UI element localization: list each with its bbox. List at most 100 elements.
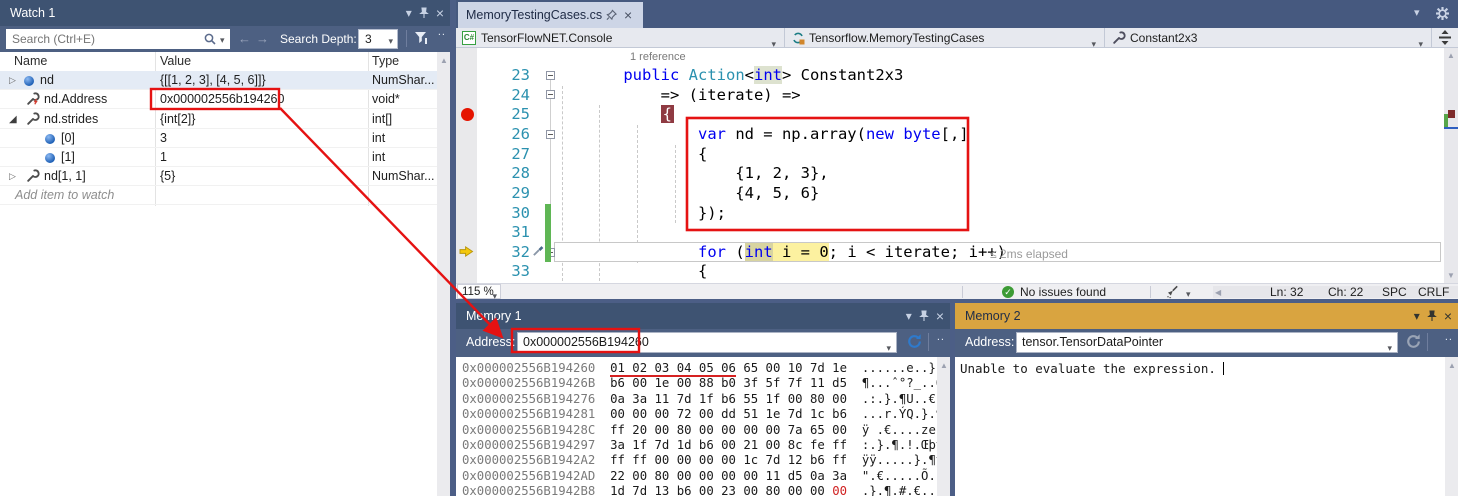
search-icon[interactable] [203,32,217,46]
outline-collapse-box[interactable] [546,90,555,99]
watch-value[interactable]: {[[1, 2, 3], [4, 5, 6]]} [160,71,266,90]
pin-icon[interactable] [919,310,929,322]
watch-panel: Watch 1 ▾ × ▾ ← → Search Depth: 3 ▾ .. N… [0,0,450,496]
watch-name: nd.Address [44,90,107,109]
add-item-label[interactable]: Add item to watch [15,186,114,205]
filter-icon[interactable] [413,30,429,46]
gear-icon[interactable] [1436,7,1449,20]
scroll-up-icon[interactable]: ▲ [1447,51,1455,60]
expander-collapsed-icon[interactable]: ▷ [9,167,16,186]
outline-collapse-box[interactable] [546,71,555,80]
outline-collapse-box[interactable] [546,130,555,139]
column-header-value[interactable]: Value [160,52,191,71]
field-icon [45,153,55,163]
code-cleanup-options-icon[interactable]: ▾ [1186,289,1191,299]
pin-icon[interactable] [1427,310,1437,322]
memory2-scrollbar[interactable]: ▲ [1445,357,1458,496]
watch-scrollbar[interactable]: ▲ [437,52,450,496]
project-name: TensorFlowNET.Console [481,28,612,48]
watch-value[interactable]: 0x000002556b194260 [160,90,284,109]
watch-row-nd[interactable]: ▷ nd {[[1, 2, 3], [4, 5, 6]]} NumShar... [0,71,437,90]
document-list-icon[interactable]: ▾ [1414,6,1420,19]
watch-value[interactable]: {5} [160,167,175,186]
issues-status[interactable]: No issues found [1020,285,1106,299]
search-forward-icon[interactable]: → [256,31,269,46]
close-icon[interactable]: × [1444,303,1452,329]
toolbar-overflow[interactable]: .. [438,26,446,38]
refresh-icon[interactable] [906,333,923,350]
pin-icon[interactable] [419,7,429,19]
editor-vertical-scrollbar[interactable]: ▲ ▼ [1444,48,1458,283]
watch-name: nd [40,71,54,90]
column-header-type[interactable]: Type [372,52,399,71]
scrollbar-breakpoint-mark [1448,110,1455,118]
field-icon [24,76,34,86]
memory2-address-input[interactable]: tensor.TensorDataPointer ▾ [1016,332,1398,353]
memory-row: 0x000002556B19428C ff 20 00 80 00 00 00 … [456,423,950,438]
close-icon[interactable]: × [436,0,444,26]
address-dropdown-icon[interactable]: ▾ [1387,339,1392,353]
watch-row-add-item[interactable]: Add item to watch [0,186,437,205]
tab-pin-icon[interactable] [606,9,617,21]
window-menu-icon[interactable]: ▾ [906,303,912,329]
watch-value[interactable]: 1 [160,148,167,167]
watch-value[interactable]: {int[2]} [160,110,195,129]
expander-collapsed-icon[interactable]: ▷ [9,71,16,90]
scroll-up-icon[interactable]: ▲ [1448,361,1456,370]
scroll-left-icon[interactable]: ◀ [1215,288,1221,297]
tab-close-icon[interactable]: × [624,2,632,28]
scroll-up-icon[interactable]: ▲ [440,56,448,65]
project-dropdown[interactable]: C# TensorFlowNET.Console ▾ [456,28,785,48]
member-dropdown[interactable]: Constant2x3 ▾ [1105,28,1432,48]
watch-name: [0] [61,129,75,148]
scroll-up-icon[interactable]: ▲ [940,361,948,370]
code-line-30: 30 }); [558,204,726,223]
memory2-content[interactable]: Unable to evaluate the expression. ▲ [955,357,1458,496]
search-input[interactable] [7,30,195,48]
watch-type: int [372,129,385,148]
toolbar-overflow[interactable]: .. [937,331,945,343]
zoom-control[interactable]: 115 % ▾ [457,284,501,299]
tab-memorytestingcases[interactable]: MemoryTestingCases.cs × [458,2,643,28]
toolbar-overflow[interactable]: .. [1445,331,1453,343]
split-window-icon[interactable] [1439,30,1451,45]
memory1-content[interactable]: 0x000002556B194260 01 02 03 04 05 06 65 … [456,357,950,496]
status-line-ending: CRLF [1418,285,1449,299]
memory2-toolbar: Address: tensor.TensorDataPointer ▾ .. [955,329,1458,357]
type-name: Tensorflow.MemoryTestingCases [809,28,984,48]
memory2-title: Memory 2 ▾ × [955,303,1458,329]
watch-row-strides-1[interactable]: [1] 1 int [0,148,437,167]
watch-grid[interactable]: Name Value Type ▷ nd {[[1, 2, 3], [4, 5,… [0,52,450,496]
codelens-references[interactable]: 1 reference [630,51,686,63]
toolbar-separator [406,30,407,47]
watch-row-nd-strides[interactable]: ◢ nd.strides {int[2]} int[] [0,110,437,129]
close-icon[interactable]: × [936,303,944,329]
scroll-down-icon[interactable]: ▼ [1447,271,1455,280]
memory-row: 0x000002556B19426B b6 00 1e 00 88 b0 3f … [456,376,950,391]
csharp-project-icon: C# [462,31,476,45]
health-check-icon[interactable]: ✓ [1002,286,1014,298]
code-editor[interactable]: 1 reference 23 public Action<int> Consta… [456,48,1444,283]
code-cleanup-icon[interactable] [1164,285,1179,299]
watch-value[interactable]: 3 [160,129,167,148]
search-options-icon[interactable]: ▾ [220,35,225,46]
window-menu-icon[interactable]: ▾ [1414,303,1420,329]
search-back-icon[interactable]: ← [238,31,251,46]
toolbar-separator [1427,333,1428,351]
watch-row-nd-address[interactable]: nd.Address 0x000002556b194260 void* [0,90,437,109]
address-label: Address: [466,335,515,349]
column-header-name[interactable]: Name [14,52,47,71]
watch-row-nd-1-1[interactable]: ▷ nd[1, 1] {5} NumShar... [0,167,437,186]
watch-row-strides-0[interactable]: [0] 3 int [0,129,437,148]
memory-row: 0x000002556B1942AD 22 00 80 00 00 00 00 … [456,469,950,484]
expander-expanded-icon[interactable]: ◢ [9,110,17,129]
memory1-scrollbar[interactable]: ▲ [937,357,950,496]
address-dropdown-icon[interactable]: ▾ [886,339,891,353]
window-menu-icon[interactable]: ▾ [406,0,412,26]
edit-and-continue-icon [532,244,545,257]
search-depth-combo[interactable]: 3 ▾ [358,29,398,49]
memory1-address-input[interactable]: 0x000002556B194260 ▾ [517,332,897,353]
watch-name: [1] [61,148,75,167]
type-dropdown[interactable]: Tensorflow.MemoryTestingCases ▾ [785,28,1105,48]
memory-row: 0x000002556B1942B8 1d 7d 13 b6 00 23 00 … [456,484,950,496]
